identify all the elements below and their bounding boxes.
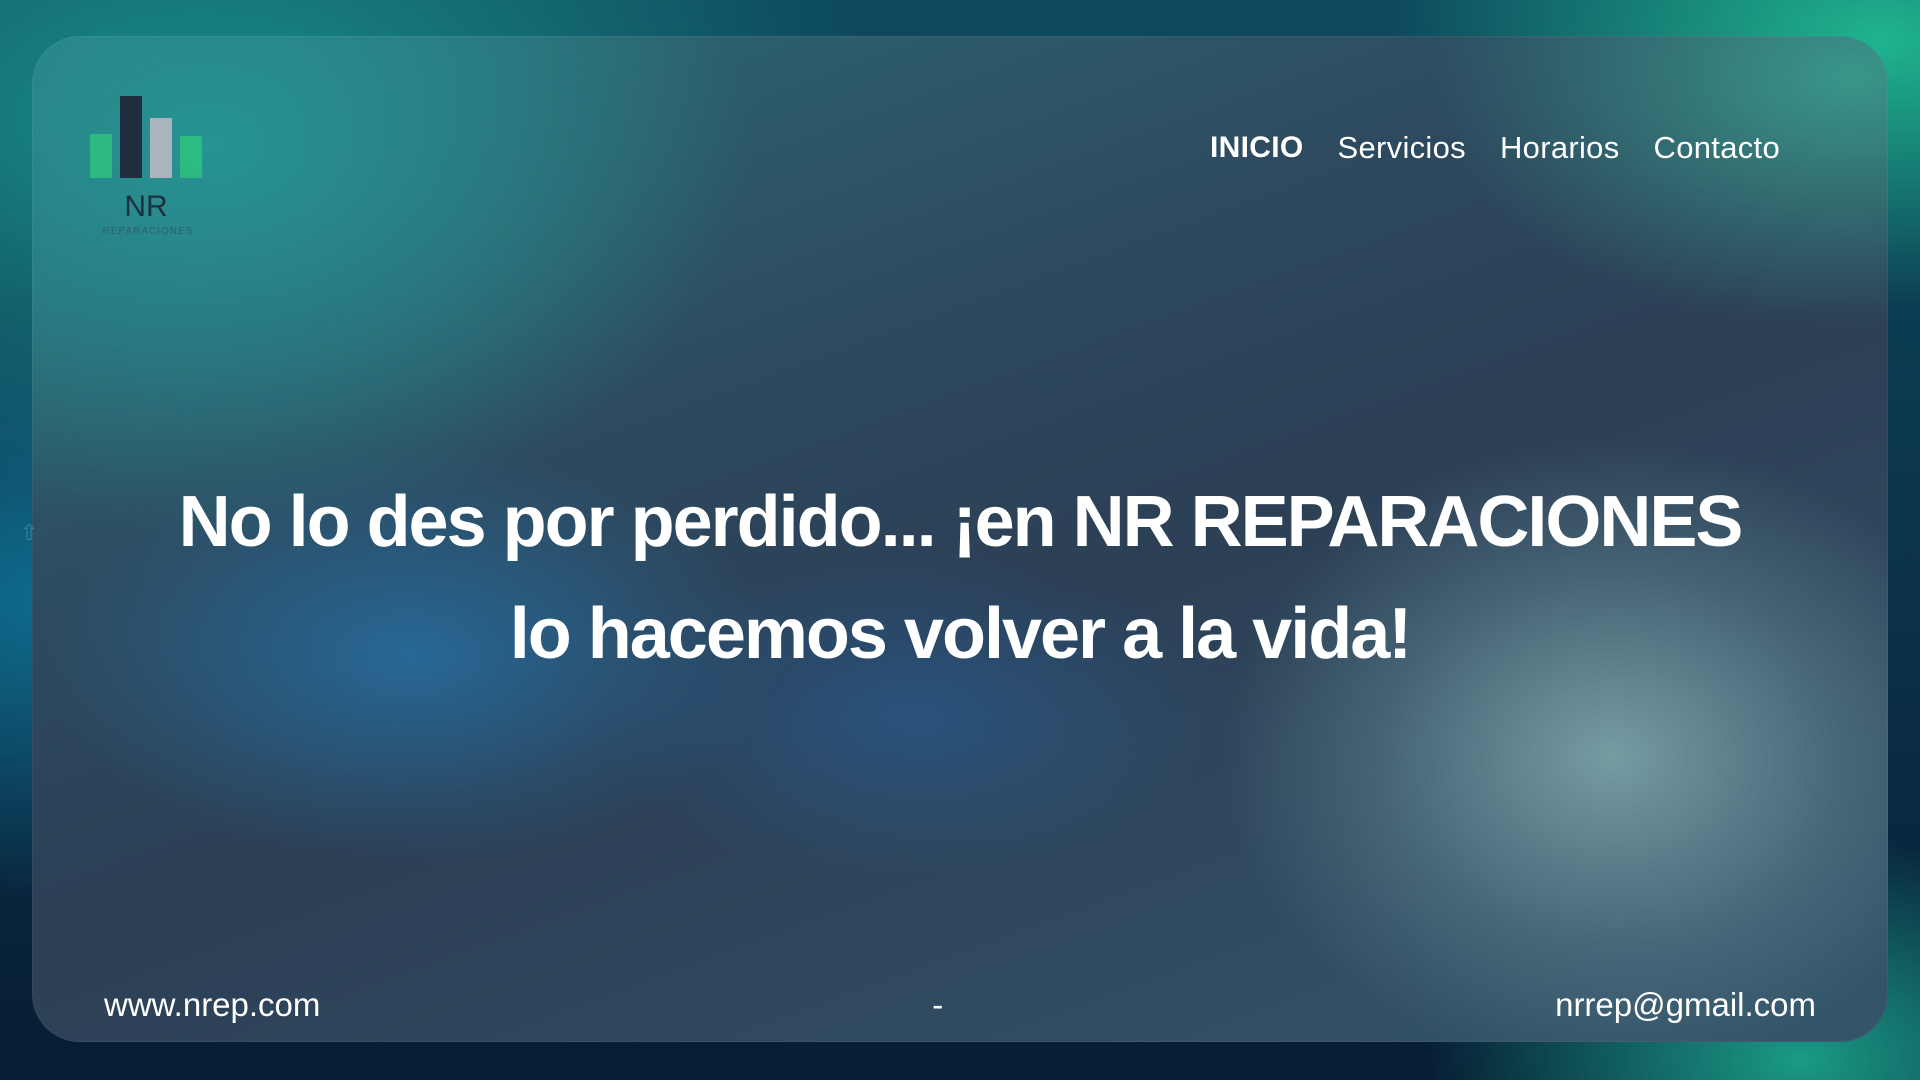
hero-card: NR REPARACIONES INICIO Servicios Horario… xyxy=(32,36,1888,1042)
footer-website[interactable]: www.nrep.com xyxy=(104,986,320,1024)
arrow-up-icon[interactable]: ⇧ xyxy=(20,520,38,546)
logo-bar-dark xyxy=(120,96,142,178)
hero-line-2: lo hacemos volver a la vida! xyxy=(509,594,1412,674)
nav-servicios[interactable]: Servicios xyxy=(1338,130,1466,166)
logo-bar-green-left xyxy=(90,134,112,178)
logo-bar-gray xyxy=(150,118,172,178)
main-nav: INICIO Servicios Horarios Contacto xyxy=(1210,130,1780,166)
nav-inicio[interactable]: INICIO xyxy=(1210,131,1303,165)
logo-letters: NR xyxy=(124,190,167,223)
nav-horarios[interactable]: Horarios xyxy=(1500,130,1620,166)
logo-bar-green-right xyxy=(180,136,202,178)
hero-line-1: No lo des por perdido... ¡en NR REPARACI… xyxy=(178,482,1744,562)
footer-bar: www.nrep.com - nrrep@gmail.com xyxy=(104,986,1816,1024)
nav-contacto[interactable]: Contacto xyxy=(1654,130,1780,166)
logo-tagline: REPARACIONES xyxy=(103,226,194,237)
footer-email[interactable]: nrrep@gmail.com xyxy=(1555,986,1816,1024)
hero-headline: No lo des por perdido... ¡en NR REPARACI… xyxy=(32,466,1888,690)
footer-separator: - xyxy=(932,986,944,1023)
nr-logo[interactable]: NR REPARACIONES xyxy=(88,96,212,240)
